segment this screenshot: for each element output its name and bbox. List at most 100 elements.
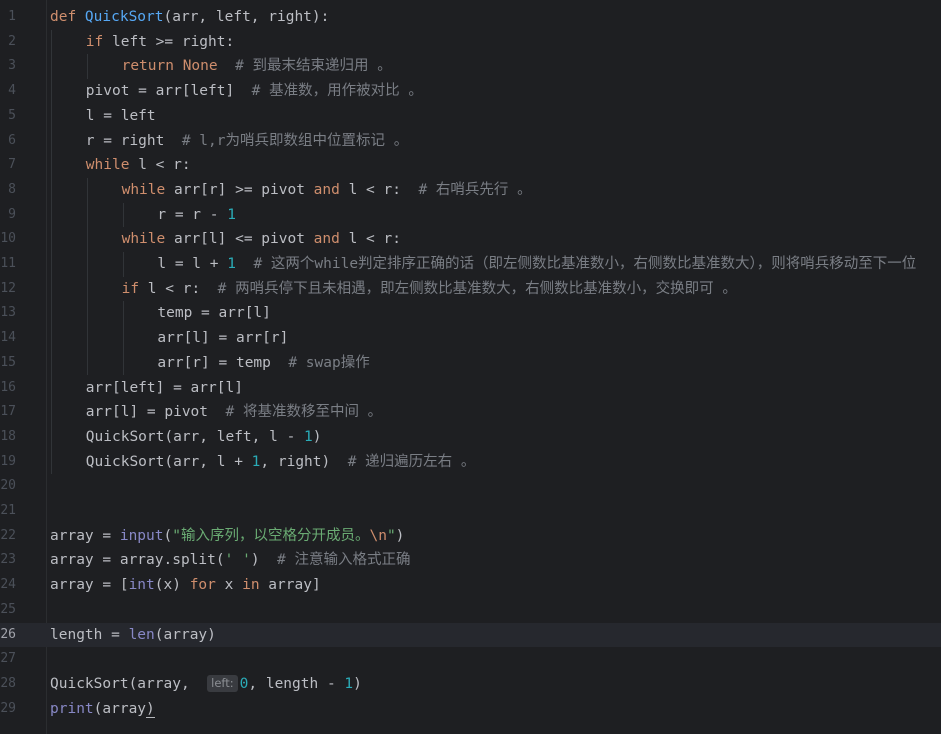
keyword-token: in bbox=[242, 577, 269, 594]
code-text[interactable]: while arr[r] >= pivot and l < r: # 右哨兵先行… bbox=[122, 178, 532, 203]
code-line[interactable]: 2 if left >= right: bbox=[0, 30, 941, 55]
string-token: " bbox=[386, 527, 396, 544]
code-line[interactable]: 1 def QuickSort(arr, left, right): bbox=[0, 5, 941, 30]
code-line[interactable]: 28 QuickSort(array, left: 0, length - 1) bbox=[0, 672, 941, 697]
code-token: arr[r] = temp bbox=[157, 354, 289, 371]
comment-token: # 两哨兵停下且未相遇，即左侧数比基准数大，右侧数比基准数小，交换即可 。 bbox=[217, 280, 737, 297]
line-number: 21 bbox=[0, 503, 16, 518]
string-token: ' ' bbox=[224, 552, 251, 569]
code-text[interactable]: l = left bbox=[86, 104, 156, 129]
line-number: 19 bbox=[0, 453, 16, 469]
code-token: l < r: bbox=[147, 280, 218, 297]
code-text[interactable]: while arr[l] <= pivot and l < r: bbox=[122, 227, 401, 252]
number-token: 1 bbox=[227, 256, 236, 272]
code-text[interactable]: temp = arr[l] bbox=[157, 301, 271, 326]
code-line[interactable]: 21 bbox=[0, 499, 941, 524]
code-line[interactable]: 3 return None # 到最末结束递归用 。 bbox=[0, 54, 941, 79]
line-number: 28 bbox=[0, 675, 16, 691]
code-line[interactable]: 16 arr[left] = arr[l] bbox=[0, 376, 941, 401]
code-line[interactable]: 13 temp = arr[l] bbox=[0, 301, 941, 326]
code-token: ) bbox=[146, 700, 155, 718]
code-text[interactable]: arr[left] = arr[l] bbox=[86, 376, 243, 401]
code-text[interactable]: r = right # l,r为哨兵即数组中位置标记 。 bbox=[86, 129, 408, 154]
number-token: 1 bbox=[344, 675, 354, 692]
line-number: 18 bbox=[0, 428, 16, 444]
code-text[interactable]: length = len(array) bbox=[50, 623, 216, 648]
line-number: 9 bbox=[8, 206, 16, 222]
code-token: arr[r] >= pivot bbox=[173, 181, 314, 198]
code-token: arr[l] = arr[r] bbox=[157, 330, 289, 347]
code-editor[interactable]: 1 def QuickSort(arr, left, right): 2 if lef… bbox=[0, 0, 941, 734]
line-number: 23 bbox=[0, 552, 16, 568]
code-token: arr[left] = arr[l] bbox=[85, 379, 243, 396]
code-text[interactable]: print(array) bbox=[50, 697, 155, 722]
code-text[interactable]: arr[r] = temp # swap操作 bbox=[157, 351, 369, 376]
number-token: 1 bbox=[304, 428, 313, 445]
comment-token: # 递归遍历左右 。 bbox=[347, 453, 476, 470]
code-line[interactable]: 29 print(array) bbox=[0, 697, 941, 722]
code-line[interactable]: 8 while arr[r] >= pivot and l < r: # 右哨兵先… bbox=[0, 178, 941, 203]
code-line[interactable]: 25 bbox=[0, 598, 941, 623]
builtin-token: input bbox=[119, 527, 164, 544]
line-number: 11 bbox=[0, 256, 16, 271]
code-line[interactable]: 5 l = left bbox=[0, 104, 941, 129]
line-number: 14 bbox=[0, 330, 16, 346]
line-number: 1 bbox=[8, 9, 16, 24]
code-text[interactable]: QuickSort(arr, l + 1, right) # 递归遍历左右 。 bbox=[86, 450, 476, 475]
code-line[interactable]: 27 bbox=[0, 647, 941, 672]
code-line[interactable]: 14 arr[l] = arr[r] bbox=[0, 326, 941, 351]
line-number: 12 bbox=[0, 280, 16, 296]
code-line[interactable]: 18 QuickSort(arr, left, l - 1) bbox=[0, 425, 941, 450]
code-text[interactable]: array = array.split(' ') # 注意输入格式正确 bbox=[50, 548, 410, 573]
code-token: (array bbox=[93, 700, 147, 717]
code-line[interactable]: 19 QuickSort(arr, l + 1, right) # 递归遍历左右 … bbox=[0, 450, 941, 475]
comment-token: # 右哨兵先行 。 bbox=[418, 181, 532, 198]
code-line[interactable]: 23 array = array.split(' ') # 注意输入格式正确 bbox=[0, 548, 941, 573]
escape-token: \n bbox=[369, 527, 387, 544]
code-line[interactable]: 17 arr[l] = pivot # 将基准数移至中间 。 bbox=[0, 400, 941, 425]
code-text[interactable]: array = input("输入序列，以空格分开成员。\n") bbox=[50, 524, 404, 549]
code-text[interactable]: array = [int(x) for x in array] bbox=[50, 573, 321, 598]
code-line[interactable]: 22 array = input("输入序列，以空格分开成员。\n") bbox=[0, 524, 941, 549]
code-text[interactable]: if l < r: # 两哨兵停下且未相遇，即左侧数比基准数大，右侧数比基准数小… bbox=[122, 277, 737, 302]
line-number: 27 bbox=[0, 651, 16, 667]
code-token: r = right bbox=[85, 132, 182, 149]
code-line[interactable]: 6 r = right # l,r为哨兵即数组中位置标记 。 bbox=[0, 129, 941, 154]
code-line[interactable]: 4 pivot = arr[left] # 基准数，用作被对比 。 bbox=[0, 79, 941, 104]
code-text[interactable]: QuickSort(array, left: 0, length - 1) bbox=[50, 672, 362, 697]
code-text[interactable]: def QuickSort(arr, left, right): bbox=[50, 5, 329, 30]
code-text[interactable]: arr[l] = arr[r] bbox=[157, 326, 288, 351]
code-text[interactable]: if left >= right: bbox=[86, 30, 234, 55]
code-text[interactable]: return None # 到最末结束递归用 。 bbox=[122, 54, 392, 79]
code-text[interactable]: while l < r: bbox=[86, 153, 191, 178]
code-line[interactable]: 15 arr[r] = temp # swap操作 bbox=[0, 351, 941, 376]
line-number: 3 bbox=[8, 58, 16, 74]
code-line[interactable]: 24 array = [int(x) for x in array] bbox=[0, 573, 941, 598]
code-line[interactable]: 10 while arr[l] <= pivot and l < r: bbox=[0, 227, 941, 252]
keyword-token: for bbox=[189, 577, 225, 594]
code-text[interactable]: r = r - 1 bbox=[157, 203, 236, 228]
code-token: QuickSort(arr, l + bbox=[85, 453, 252, 470]
code-token: l < r: bbox=[348, 181, 419, 198]
code-text[interactable]: arr[l] = pivot # 将基准数移至中间 。 bbox=[86, 400, 382, 425]
code-token: ) bbox=[353, 675, 362, 692]
code-token: array = array.split( bbox=[50, 552, 225, 569]
code-token: length = bbox=[50, 626, 129, 643]
code-line[interactable]: 11 l = l + 1 # 这两个while判定排序正确的话（即左侧数比基准数小… bbox=[0, 252, 941, 277]
code-text[interactable]: QuickSort(arr, left, l - 1) bbox=[86, 425, 322, 450]
code-line[interactable]: 20 bbox=[0, 474, 941, 499]
code-line[interactable]: 26 length = len(array) bbox=[0, 622, 941, 648]
code-token: l = l + bbox=[157, 256, 228, 272]
code-token: ) bbox=[250, 552, 278, 569]
code-text[interactable]: l = l + 1 # 这两个while判定排序正确的话（即左侧数比基准数小，右… bbox=[157, 252, 916, 277]
code-line[interactable]: 12 if l < r: # 两哨兵停下且未相遇，即左侧数比基准数大，右侧数比基准… bbox=[0, 277, 941, 302]
line-number: 5 bbox=[8, 107, 16, 123]
code-token: (x) bbox=[154, 577, 190, 594]
code-line[interactable]: 7 while l < r: bbox=[0, 153, 941, 178]
code-line[interactable]: 9 r = r - 1 bbox=[0, 203, 941, 228]
code-text[interactable]: pivot = arr[left] # 基准数，用作被对比 。 bbox=[86, 79, 423, 104]
code-token: QuickSort(array, bbox=[50, 675, 208, 692]
comment-token: # 注意输入格式正确 bbox=[277, 552, 411, 569]
code-token: array = bbox=[50, 527, 120, 544]
line-number: 20 bbox=[0, 478, 16, 494]
